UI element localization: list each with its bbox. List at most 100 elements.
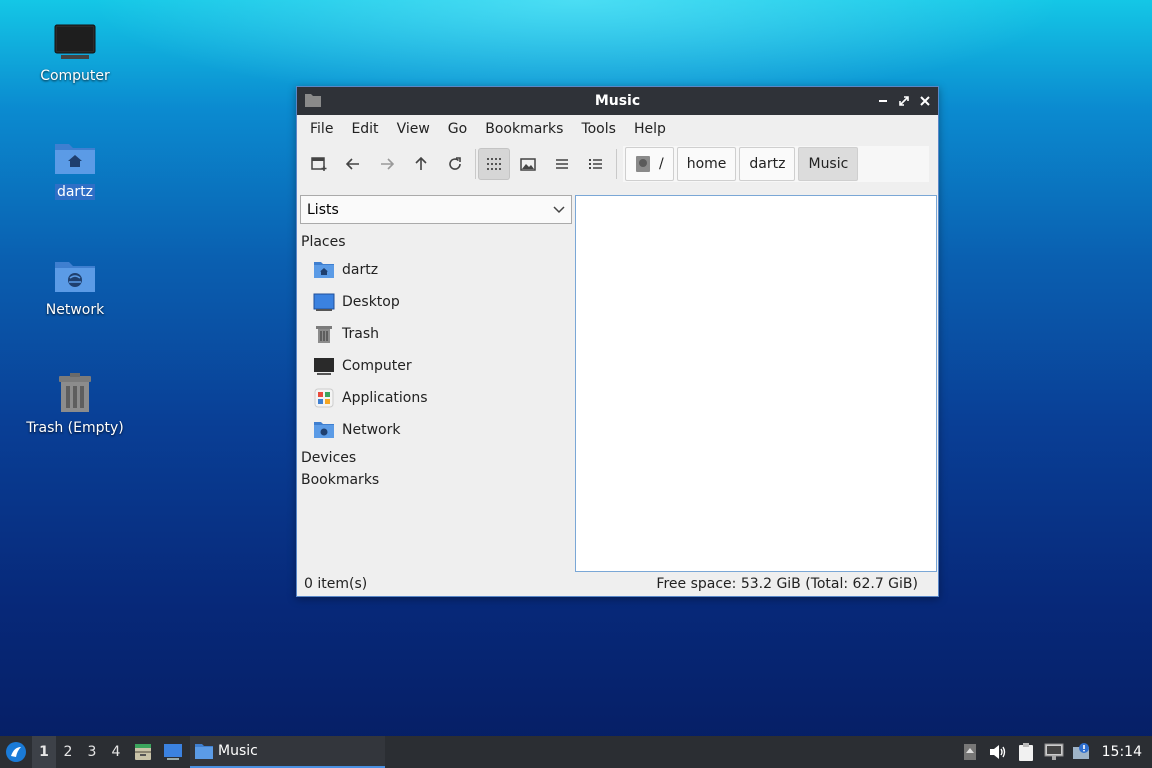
toolbar: / home dartz Music bbox=[297, 143, 938, 185]
back-button[interactable] bbox=[337, 148, 369, 180]
computer-icon bbox=[313, 355, 335, 377]
reload-button[interactable] bbox=[439, 148, 471, 180]
workspace-2[interactable]: 2 bbox=[56, 736, 80, 768]
folder-icon bbox=[195, 743, 213, 759]
image-icon bbox=[520, 158, 536, 171]
up-button[interactable] bbox=[405, 148, 437, 180]
bookmarks-header[interactable]: Bookmarks bbox=[301, 472, 571, 488]
list-compact-icon bbox=[556, 159, 568, 169]
thumbnail-view-button[interactable] bbox=[512, 148, 544, 180]
sidebar-item-label: Applications bbox=[342, 390, 428, 406]
sidebar-item-computer[interactable]: Computer bbox=[299, 350, 571, 382]
maximize-button[interactable] bbox=[896, 93, 911, 108]
menu-edit[interactable]: Edit bbox=[342, 121, 387, 137]
sidebar-item-network[interactable]: Network bbox=[299, 414, 571, 446]
file-manager-window: Music File Edit View Go Bookmarks Tools … bbox=[296, 86, 939, 597]
network-wired-icon bbox=[1044, 743, 1064, 760]
sidebar-item-desktop[interactable]: Desktop bbox=[299, 286, 571, 318]
forward-button[interactable] bbox=[371, 148, 403, 180]
free-space: Free space: 53.2 GiB (Total: 62.7 GiB) bbox=[656, 576, 918, 592]
sidebar-item-trash[interactable]: Trash bbox=[299, 318, 571, 350]
menu-go[interactable]: Go bbox=[439, 121, 476, 137]
path-crumb-user[interactable]: dartz bbox=[739, 147, 796, 181]
arrow-right-icon bbox=[381, 158, 394, 170]
computer-icon bbox=[54, 24, 96, 59]
path-crumb-label: / bbox=[659, 156, 664, 172]
clipboard-button[interactable] bbox=[1012, 736, 1040, 768]
desktop-icon-label: dartz bbox=[54, 184, 96, 200]
reload-icon bbox=[449, 157, 461, 170]
new-tab-icon bbox=[311, 157, 327, 171]
desktop-icon-label: Computer bbox=[40, 68, 110, 84]
workspace-4[interactable]: 4 bbox=[104, 736, 128, 768]
file-cabinet-icon bbox=[135, 744, 151, 760]
applications-icon bbox=[313, 387, 335, 409]
status-bar: 0 item(s) Free space: 53.2 GiB (Total: 6… bbox=[297, 572, 938, 596]
network-folder-icon bbox=[313, 419, 335, 441]
close-icon bbox=[919, 95, 930, 106]
side-pane-mode-value: Lists bbox=[307, 201, 339, 218]
drive-icon bbox=[636, 156, 650, 172]
arrow-up-icon bbox=[415, 157, 427, 170]
clock[interactable]: 15:14 bbox=[1096, 744, 1152, 760]
file-view[interactable] bbox=[575, 195, 937, 572]
desktop-icon-computer[interactable]: Computer bbox=[20, 22, 130, 84]
item-count: 0 item(s) bbox=[304, 576, 368, 592]
desktop-icon bbox=[313, 291, 335, 313]
places-header[interactable]: Places bbox=[301, 234, 571, 250]
desktop-icon-label: Network bbox=[45, 302, 105, 318]
workspace-1[interactable]: 1 bbox=[32, 736, 56, 768]
network-status-button[interactable] bbox=[1040, 736, 1068, 768]
desktop-icon-home[interactable]: dartz bbox=[20, 138, 130, 200]
file-manager-launcher[interactable] bbox=[128, 736, 158, 768]
desktop-icon-trash[interactable]: Trash (Empty) bbox=[20, 372, 130, 436]
path-bar: / home dartz Music bbox=[623, 146, 929, 182]
task-label: Music bbox=[218, 743, 258, 759]
arrow-up-icon bbox=[963, 744, 976, 760]
system-tray: 15:14 bbox=[956, 736, 1152, 768]
menu-tools[interactable]: Tools bbox=[572, 121, 625, 137]
update-notifier-button[interactable] bbox=[1068, 736, 1096, 768]
volume-button[interactable] bbox=[984, 736, 1012, 768]
path-crumb-root[interactable]: / bbox=[625, 147, 674, 181]
desktop-icon bbox=[164, 744, 182, 760]
home-folder-icon bbox=[55, 144, 95, 174]
taskbar-task-music[interactable]: Music bbox=[190, 736, 385, 768]
menu-help[interactable]: Help bbox=[625, 121, 675, 137]
icon-view-button[interactable] bbox=[478, 148, 510, 180]
start-menu-button[interactable] bbox=[0, 736, 32, 768]
desktop-icon-network[interactable]: Network bbox=[20, 256, 130, 318]
minimize-icon bbox=[878, 99, 887, 102]
path-crumb-current[interactable]: Music bbox=[798, 147, 859, 181]
sidebar-item-applications[interactable]: Applications bbox=[299, 382, 571, 414]
sidebar-item-label: Computer bbox=[342, 358, 412, 374]
home-folder-icon bbox=[313, 259, 335, 281]
maximize-icon bbox=[898, 95, 909, 106]
sidebar-item-home[interactable]: dartz bbox=[299, 254, 571, 286]
close-button[interactable] bbox=[917, 93, 932, 108]
network-folder-icon bbox=[55, 262, 95, 292]
devices-header[interactable]: Devices bbox=[301, 450, 571, 466]
new-tab-button[interactable] bbox=[303, 148, 335, 180]
update-notification-icon bbox=[1072, 743, 1089, 759]
lubuntu-logo-icon bbox=[6, 742, 26, 762]
side-pane-mode-select[interactable]: Lists bbox=[300, 195, 572, 224]
workspace-3[interactable]: 3 bbox=[80, 736, 104, 768]
detail-view-button[interactable] bbox=[580, 148, 612, 180]
title-bar[interactable]: Music bbox=[297, 87, 938, 115]
minimize-button[interactable] bbox=[875, 93, 890, 108]
trash-icon bbox=[313, 323, 335, 345]
path-crumb-home[interactable]: home bbox=[676, 147, 737, 181]
arrow-left-icon bbox=[346, 158, 359, 170]
menu-bookmarks[interactable]: Bookmarks bbox=[476, 121, 572, 137]
menu-view[interactable]: View bbox=[388, 121, 439, 137]
desktop-icon-label: Trash (Empty) bbox=[26, 420, 124, 436]
sidebar-item-label: Network bbox=[342, 422, 401, 438]
show-desktop-button[interactable] bbox=[158, 736, 188, 768]
compact-view-button[interactable] bbox=[546, 148, 578, 180]
folder-icon bbox=[305, 94, 321, 107]
clipboard-icon bbox=[1018, 743, 1033, 761]
menu-file[interactable]: File bbox=[301, 121, 342, 137]
tray-expand-button[interactable] bbox=[956, 736, 984, 768]
volume-icon bbox=[989, 745, 1005, 759]
